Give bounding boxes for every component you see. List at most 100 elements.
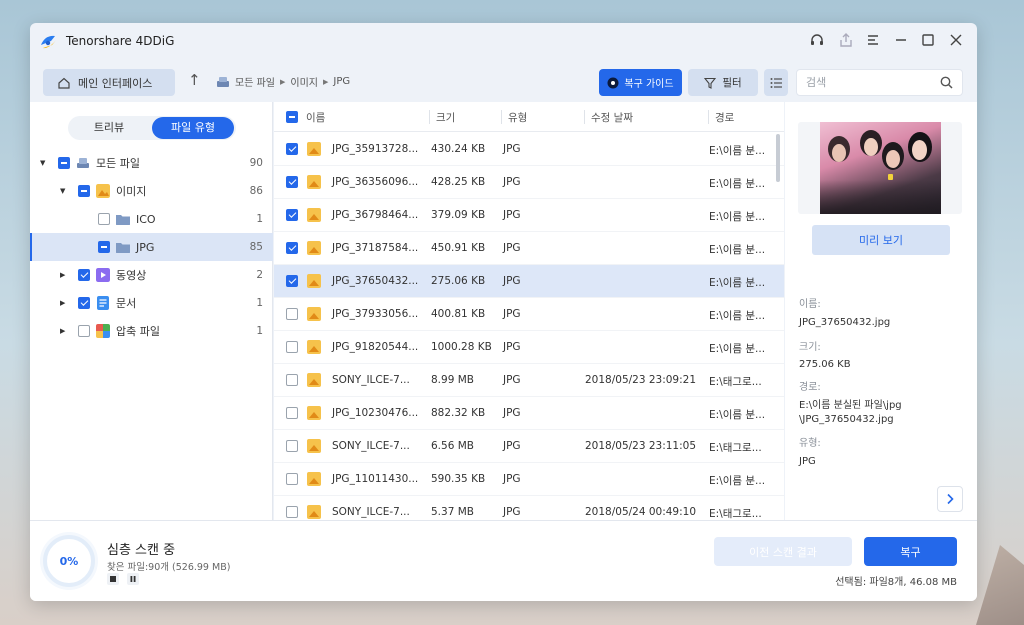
file-type: JPG bbox=[503, 440, 521, 452]
search-icon[interactable] bbox=[940, 76, 953, 89]
app-title: Tenorshare 4DDiG bbox=[66, 34, 175, 48]
column-divider[interactable] bbox=[501, 110, 502, 124]
column-header-name[interactable]: 이름 bbox=[306, 110, 325, 125]
search-box[interactable] bbox=[796, 69, 963, 96]
row-checkbox[interactable] bbox=[286, 275, 298, 287]
tree-checkbox[interactable] bbox=[58, 157, 70, 169]
table-row[interactable]: SONY_ILCE-7... 6.56 MB JPG 2018/05/23 23:11… bbox=[274, 430, 784, 463]
row-checkbox[interactable] bbox=[286, 473, 298, 485]
file-path: E:\이름 분... bbox=[709, 211, 766, 223]
tree-item-videos[interactable]: ▶ 동영상 2 bbox=[30, 261, 273, 289]
pause-scan-icon[interactable] bbox=[127, 573, 139, 585]
row-checkbox[interactable] bbox=[286, 506, 298, 518]
table-row[interactable]: JPG_36798464... 379.09 KB JPG E:\이름 분... bbox=[274, 199, 784, 232]
minimize-icon[interactable] bbox=[892, 31, 910, 49]
maximize-icon[interactable] bbox=[919, 31, 937, 49]
recovery-guide-button[interactable]: 복구 가이드 bbox=[599, 69, 682, 96]
table-row[interactable]: JPG_37650432... 275.06 KB JPG E:\이름 분... bbox=[274, 265, 784, 298]
table-row[interactable]: SONY_ILCE-7... 8.99 MB JPG 2018/05/23 23:09… bbox=[274, 364, 784, 397]
file-path: E:\태그로... bbox=[709, 442, 762, 454]
filter-icon bbox=[704, 77, 717, 89]
table-row[interactable]: JPG_37933056... 400.81 KB JPG E:\이름 분... bbox=[274, 298, 784, 331]
row-checkbox[interactable] bbox=[286, 143, 298, 155]
breadcrumb-item[interactable]: 모든 파일 bbox=[235, 74, 275, 89]
column-header-path[interactable]: 경로 bbox=[715, 110, 734, 125]
table-scrollbar[interactable] bbox=[776, 134, 780, 182]
video-icon bbox=[96, 268, 110, 282]
tab-file-type[interactable]: 파일 유형 bbox=[152, 117, 234, 139]
image-file-icon bbox=[307, 439, 321, 453]
column-divider[interactable] bbox=[584, 110, 585, 124]
column-header-type[interactable]: 유형 bbox=[508, 110, 527, 125]
file-type: JPG bbox=[503, 143, 521, 155]
tree-checkbox[interactable] bbox=[98, 241, 110, 253]
table-row[interactable]: JPG_91820544... 1000.28 KB JPG E:\이름 분... bbox=[274, 331, 784, 364]
column-divider[interactable] bbox=[429, 110, 430, 124]
tree-item-documents[interactable]: ▶ 문서 1 bbox=[30, 289, 273, 317]
tree-checkbox[interactable] bbox=[98, 213, 110, 225]
tree-item-jpg[interactable]: JPG 85 bbox=[30, 233, 273, 261]
table-row[interactable]: JPG_10230476... 882.32 KB JPG E:\이름 분... bbox=[274, 397, 784, 430]
expand-arrow-icon[interactable]: ▶ bbox=[60, 299, 65, 307]
column-divider[interactable] bbox=[708, 110, 709, 124]
tree-item-ico[interactable]: ICO 1 bbox=[30, 205, 273, 233]
next-file-button[interactable] bbox=[937, 486, 963, 512]
row-checkbox[interactable] bbox=[286, 440, 298, 452]
folder-icon bbox=[116, 243, 130, 253]
tab-tree-view[interactable]: 트리뷰 bbox=[68, 116, 150, 140]
preview-button[interactable]: 미리 보기 bbox=[812, 225, 950, 255]
recover-button[interactable]: 복구 bbox=[864, 537, 957, 566]
list-view-button[interactable] bbox=[764, 69, 788, 96]
file-modified: 2018/05/24 00:49:10 bbox=[585, 506, 697, 518]
preview-thumbnail-frame bbox=[798, 122, 962, 214]
footer: 0% 심층 스캔 중 찾은 파일:90개 (526.99 MB) 이전 스캔 결… bbox=[30, 520, 977, 601]
tree-item-archives[interactable]: ▶ 압축 파일 1 bbox=[30, 317, 273, 345]
tree-checkbox[interactable] bbox=[78, 325, 90, 337]
previous-scan-results-button[interactable]: 이전 스캔 결과 bbox=[714, 537, 852, 566]
expand-arrow-icon[interactable]: ▼ bbox=[40, 159, 45, 167]
row-checkbox[interactable] bbox=[286, 308, 298, 320]
breadcrumb-item[interactable]: 이미지 bbox=[290, 74, 318, 89]
share-icon[interactable] bbox=[837, 31, 855, 49]
file-name: SONY_ILCE-7... bbox=[332, 506, 410, 518]
row-checkbox[interactable] bbox=[286, 407, 298, 419]
tree-checkbox[interactable] bbox=[78, 185, 90, 197]
file-type: JPG bbox=[503, 308, 521, 320]
stop-scan-icon[interactable] bbox=[107, 573, 119, 585]
column-header-size[interactable]: 크기 bbox=[436, 110, 455, 125]
file-size: 1000.28 KB bbox=[431, 341, 492, 353]
tree-checkbox[interactable] bbox=[78, 269, 90, 281]
file-modified: 2018/05/23 23:09:21 bbox=[585, 374, 697, 386]
image-file-icon bbox=[307, 208, 321, 222]
breadcrumb-item[interactable]: JPG bbox=[333, 76, 350, 87]
row-checkbox[interactable] bbox=[286, 374, 298, 386]
expand-arrow-icon[interactable]: ▶ bbox=[60, 327, 65, 335]
row-checkbox[interactable] bbox=[286, 176, 298, 188]
tree-item-images[interactable]: ▼ 이미지 86 bbox=[30, 177, 273, 205]
tree-checkbox[interactable] bbox=[78, 297, 90, 309]
expand-arrow-icon[interactable]: ▼ bbox=[60, 187, 65, 195]
table-row[interactable]: JPG_36356096... 428.25 KB JPG E:\이름 분... bbox=[274, 166, 784, 199]
row-checkbox[interactable] bbox=[286, 209, 298, 221]
tree-count: 1 bbox=[256, 297, 263, 309]
expand-arrow-icon[interactable]: ▶ bbox=[60, 271, 65, 279]
column-header-modified[interactable]: 수정 날짜 bbox=[591, 110, 633, 125]
table-row[interactable]: JPG_37187584... 450.91 KB JPG E:\이름 분... bbox=[274, 232, 784, 265]
home-button[interactable]: 메인 인터페이스 bbox=[43, 69, 175, 96]
menu-icon[interactable] bbox=[864, 31, 882, 49]
home-button-label: 메인 인터페이스 bbox=[78, 76, 153, 90]
table-row[interactable]: JPG_35913728... 430.24 KB JPG E:\이름 분... bbox=[274, 133, 784, 166]
close-icon[interactable] bbox=[947, 31, 965, 49]
up-arrow-icon[interactable]: ↑ bbox=[188, 71, 201, 89]
row-checkbox[interactable] bbox=[286, 341, 298, 353]
tree-item-all-files[interactable]: ▼ 모든 파일 90 bbox=[30, 149, 273, 177]
file-table: 이름 크기 유형 수정 날짜 경로 JPG_35913728... 430.24 … bbox=[274, 102, 784, 529]
headset-icon[interactable] bbox=[808, 31, 826, 49]
filter-button[interactable]: 필터 bbox=[688, 69, 758, 96]
select-all-checkbox[interactable] bbox=[286, 111, 298, 123]
table-row[interactable]: JPG_11011430... 590.35 KB JPG E:\이름 분... bbox=[274, 463, 784, 496]
view-mode-toggle: 트리뷰 파일 유형 bbox=[68, 116, 236, 140]
meta-type-value: JPG bbox=[799, 456, 816, 467]
row-checkbox[interactable] bbox=[286, 242, 298, 254]
search-input[interactable] bbox=[806, 76, 926, 89]
